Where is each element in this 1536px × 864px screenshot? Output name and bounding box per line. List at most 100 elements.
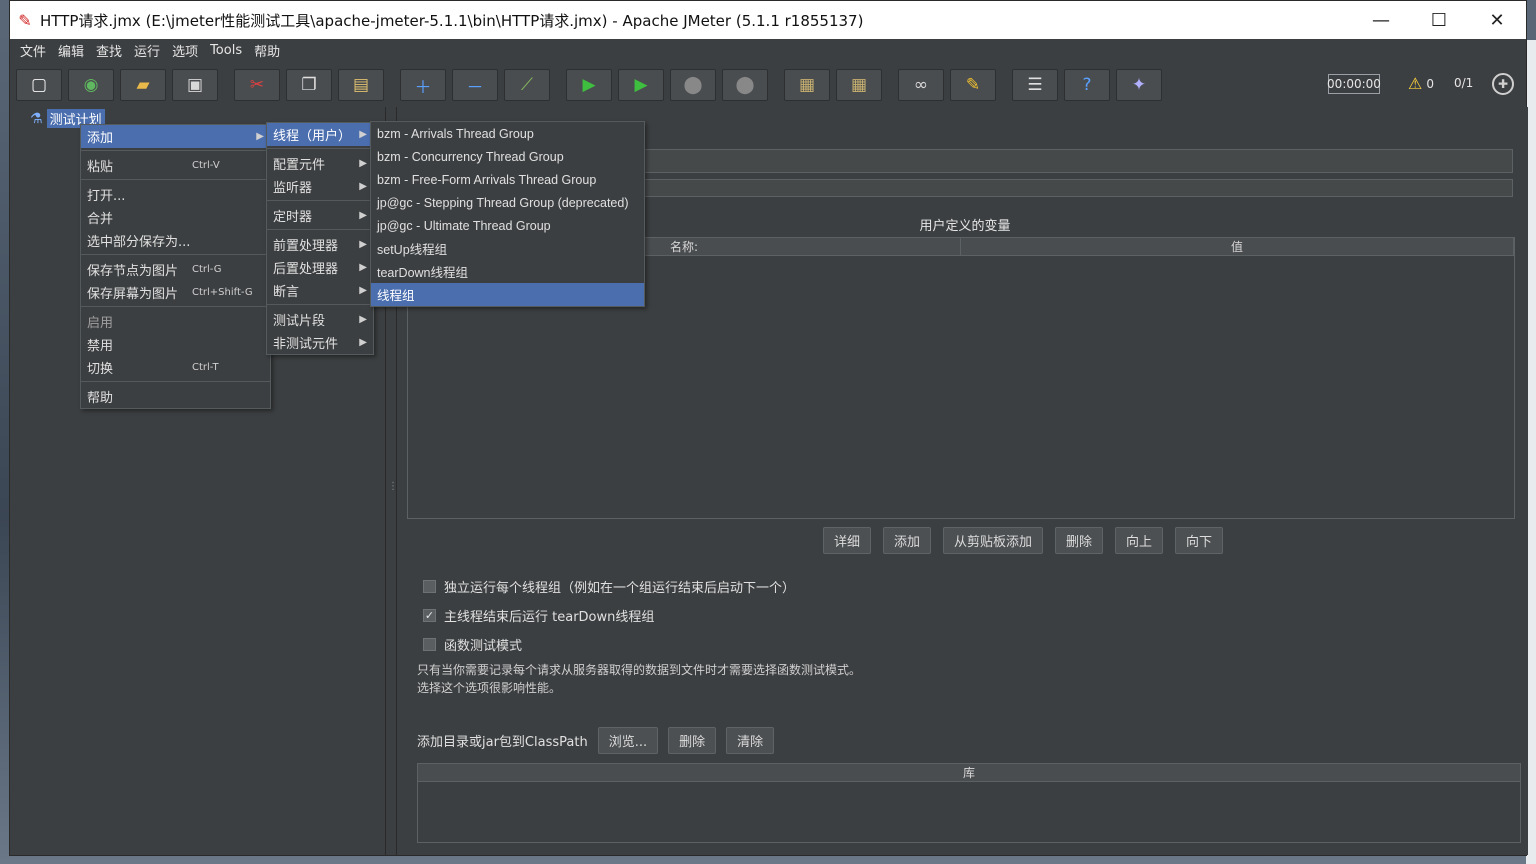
submenu-item-test-fragment[interactable]: 测试片段 ▶ <box>267 308 373 331</box>
menu-item-label: 配置元件 <box>273 158 326 173</box>
menu-item-merge[interactable]: 合并 <box>81 206 270 229</box>
thread-item-teardown[interactable]: tearDown线程组 <box>371 260 644 283</box>
warning-indicator[interactable]: ⚠ 0 <box>1408 74 1434 93</box>
help-icon[interactable]: ? <box>1064 69 1110 101</box>
menu-item-paste[interactable]: 粘贴 Ctrl-V <box>81 154 270 177</box>
menu-item-label: 禁用 <box>87 339 114 354</box>
menu-options[interactable]: 选项 <box>166 41 204 60</box>
copy-icon[interactable]: ❐ <box>286 69 332 101</box>
submenu-item-preprocessor[interactable]: 前置处理器 ▶ <box>267 233 373 256</box>
col-value-header[interactable]: 值 <box>961 238 1514 255</box>
table-buttons: 详细 添加 从剪贴板添加 删除 向上 向下 <box>397 527 1529 554</box>
menu-item-label: 断言 <box>273 285 300 300</box>
submenu-arrow-icon: ▶ <box>359 239 367 250</box>
remote-icon[interactable]: ✦ <box>1116 69 1162 101</box>
submenu-item-threads[interactable]: 线程（用户） ▶ <box>267 123 373 146</box>
collapse-icon[interactable]: － <box>452 69 498 101</box>
menu-item-save-selection[interactable]: 选中部分保存为... <box>81 229 270 252</box>
toolbar: ▢ ◉ ▰ ▣ ✂ ❐ ▤ ＋ － ⟋ ▶ ▶ ⬤ ⬤ ▦ ▦ ∞ ✎ ☰ ? … <box>10 63 1526 107</box>
menu-tools[interactable]: Tools <box>204 43 248 58</box>
search-icon[interactable]: ∞ <box>898 69 944 101</box>
minimize-button[interactable]: — <box>1352 1 1410 39</box>
cp-delete-button[interactable]: 删除 <box>668 727 717 754</box>
menu-item-save-node-image[interactable]: 保存节点为图片 Ctrl-G <box>81 258 270 281</box>
move-down-button[interactable]: 向下 <box>1175 527 1224 554</box>
functional-mode-checkbox[interactable]: 函数测试模式 <box>423 635 522 654</box>
menu-run[interactable]: 运行 <box>128 41 166 60</box>
thread-item-thread-group[interactable]: 线程组 <box>371 283 644 306</box>
thread-item-free-form[interactable]: bzm - Free-Form Arrivals Thread Group <box>371 168 644 191</box>
add-button[interactable]: 添加 <box>882 527 931 554</box>
thread-item-concurrency[interactable]: bzm - Concurrency Thread Group <box>371 145 644 168</box>
menu-file[interactable]: 文件 <box>14 41 52 60</box>
move-up-button[interactable]: 向上 <box>1115 527 1164 554</box>
save-icon[interactable]: ▣ <box>172 69 218 101</box>
detail-button[interactable]: 详细 <box>822 527 871 554</box>
stop-icon[interactable]: ⬤ <box>670 69 716 101</box>
clear-all-icon[interactable]: ▦ <box>836 69 882 101</box>
cp-clear-button[interactable]: 清除 <box>726 727 775 754</box>
templates-icon[interactable]: ◉ <box>68 69 114 101</box>
browse-button[interactable]: 浏览... <box>597 727 659 754</box>
submenu-arrow-icon: ▶ <box>256 131 264 142</box>
menu-item-toggle[interactable]: 切换 Ctrl-T <box>81 356 270 379</box>
thread-item-arrivals[interactable]: bzm - Arrivals Thread Group <box>371 122 644 145</box>
log-viewer-icon[interactable]: ✚ <box>1492 73 1514 95</box>
checkbox-label: 主线程结束后运行 tearDown线程组 <box>444 610 655 625</box>
submenu-arrow-icon: ▶ <box>359 337 367 348</box>
menu-item-label: 保存节点为图片 <box>87 264 179 279</box>
menu-item-label: 添加 <box>87 131 114 146</box>
new-icon[interactable]: ▢ <box>16 69 62 101</box>
comment-field[interactable] <box>627 179 1513 197</box>
checkbox-box <box>423 638 436 651</box>
menu-item-label: 合并 <box>87 212 114 227</box>
cut-icon[interactable]: ✂ <box>234 69 280 101</box>
performance-note: 选择这个选项很影响性能。 <box>417 681 562 695</box>
submenu-item-postprocessor[interactable]: 后置处理器 ▶ <box>267 256 373 279</box>
menu-item-label: 选中部分保存为... <box>87 235 191 250</box>
thread-item-stepping[interactable]: jp@gc - Stepping Thread Group (deprecate… <box>371 191 644 214</box>
menu-item-label: 测试片段 <box>273 314 326 329</box>
thread-item-setup[interactable]: setUp线程组 <box>371 237 644 260</box>
shutdown-icon[interactable]: ⬤ <box>722 69 768 101</box>
start-no-pause-icon[interactable]: ▶ <box>618 69 664 101</box>
maximize-button[interactable]: ☐ <box>1410 1 1468 39</box>
toggle-icon[interactable]: ⟋ <box>504 69 550 101</box>
menu-item-label: 切换 <box>87 362 114 377</box>
menu-search[interactable]: 查找 <box>90 41 128 60</box>
menu-item-label: 前置处理器 <box>273 239 339 254</box>
close-button[interactable]: ✕ <box>1468 1 1526 39</box>
checkbox-box <box>423 580 436 593</box>
expand-icon[interactable]: ＋ <box>400 69 446 101</box>
menu-item-help[interactable]: 帮助 <box>81 385 270 408</box>
reset-search-icon[interactable]: ✎ <box>950 69 996 101</box>
start-icon[interactable]: ▶ <box>566 69 612 101</box>
menu-item-add[interactable]: 添加 ▶ <box>81 125 270 148</box>
active-threads: 0/1 <box>1454 76 1474 90</box>
menu-item-label: 打开... <box>87 189 126 204</box>
submenu-item-timer[interactable]: 定时器 ▶ <box>267 204 373 227</box>
thread-item-ultimate[interactable]: jp@gc - Ultimate Thread Group <box>371 214 644 237</box>
menu-edit[interactable]: 编辑 <box>52 41 90 60</box>
menu-item-disable[interactable]: 禁用 <box>81 333 270 356</box>
teardown-on-shutdown-checkbox[interactable]: ✓ 主线程结束后运行 tearDown线程组 <box>423 606 654 625</box>
serialize-threadgroups-checkbox[interactable]: 独立运行每个线程组（例如在一个组运行结束后启动下一个） <box>423 577 795 596</box>
menu-item-label: 帮助 <box>87 391 114 406</box>
paste-icon[interactable]: ▤ <box>338 69 384 101</box>
menu-help[interactable]: 帮助 <box>248 41 286 60</box>
add-from-clipboard-button[interactable]: 从剪贴板添加 <box>942 527 1043 554</box>
delete-button[interactable]: 删除 <box>1055 527 1104 554</box>
name-field[interactable] <box>627 149 1513 173</box>
submenu-item-config[interactable]: 配置元件 ▶ <box>267 152 373 175</box>
function-helper-icon[interactable]: ☰ <box>1012 69 1058 101</box>
submenu-item-non-test[interactable]: 非测试元件 ▶ <box>267 331 373 354</box>
library-table[interactable]: 库 <box>417 763 1521 843</box>
open-icon[interactable]: ▰ <box>120 69 166 101</box>
submenu-item-assertion[interactable]: 断言 ▶ <box>267 279 373 302</box>
clear-icon[interactable]: ▦ <box>784 69 830 101</box>
submenu-item-listener[interactable]: 监听器 ▶ <box>267 175 373 198</box>
menu-item-enable[interactable]: 启用 <box>81 310 270 333</box>
menu-item-save-screen-image[interactable]: 保存屏幕为图片 Ctrl+Shift-G <box>81 281 270 304</box>
menu-item-open[interactable]: 打开... <box>81 183 270 206</box>
checkbox-label: 函数测试模式 <box>444 639 523 654</box>
